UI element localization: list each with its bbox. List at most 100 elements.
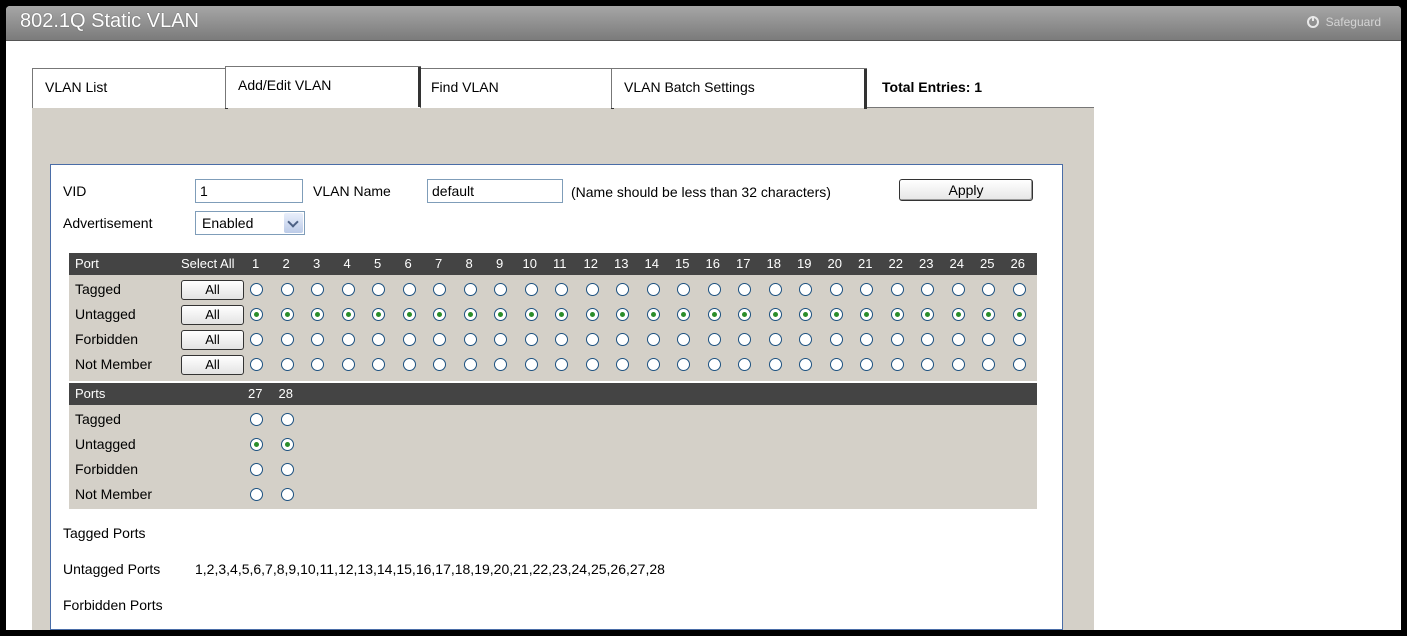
radio-tagged-port-4[interactable] [341, 283, 355, 296]
radio-tagged-port-24[interactable] [951, 283, 965, 296]
vlan-name-input[interactable]: default [427, 179, 563, 203]
radio-forbidden-port-16[interactable] [707, 333, 721, 346]
radio-forbidden-port-20[interactable] [829, 333, 843, 346]
radio-forbidden-port-6[interactable] [402, 333, 416, 346]
radio-not-member-port-6[interactable] [402, 358, 416, 371]
radio-forbidden-port-7[interactable] [433, 333, 446, 346]
radio-untagged-port-25[interactable] [982, 308, 995, 321]
radio-tagged-port-17[interactable] [738, 283, 751, 296]
radio-tagged-port-28[interactable] [280, 413, 294, 426]
radio-not-member-port-24[interactable] [951, 358, 965, 371]
radio-tagged-port-25[interactable] [982, 283, 995, 296]
tab-add-edit-vlan[interactable]: Add/Edit VLAN [225, 66, 421, 108]
radio-untagged-port-17[interactable] [738, 308, 751, 321]
radio-tagged-port-10[interactable] [524, 283, 538, 296]
radio-untagged-port-3[interactable] [311, 308, 324, 321]
tab-vlan-batch-settings[interactable]: VLAN Batch Settings [611, 68, 867, 109]
radio-not-member-port-11[interactable] [555, 358, 568, 371]
radio-not-member-port-21[interactable] [860, 358, 873, 371]
radio-tagged-port-7[interactable] [433, 283, 446, 296]
radio-forbidden-port-19[interactable] [799, 333, 812, 346]
radio-forbidden-port-5[interactable] [372, 333, 385, 346]
radio-untagged-port-6[interactable] [402, 308, 416, 321]
radio-not-member-port-18[interactable] [768, 358, 782, 371]
radio-tagged-port-18[interactable] [768, 283, 782, 296]
radio-untagged-port-4[interactable] [341, 308, 355, 321]
chevron-down-icon[interactable] [284, 213, 303, 233]
radio-tagged-port-12[interactable] [585, 283, 599, 296]
radio-forbidden-port-25[interactable] [982, 333, 995, 346]
radio-untagged-port-5[interactable] [372, 308, 385, 321]
radio-tagged-port-2[interactable] [280, 283, 294, 296]
radio-not-member-port-5[interactable] [372, 358, 385, 371]
radio-untagged-port-21[interactable] [860, 308, 873, 321]
radio-not-member-port-22[interactable] [890, 358, 904, 371]
radio-tagged-port-13[interactable] [616, 283, 629, 296]
radio-untagged-port-27[interactable] [250, 438, 263, 451]
radio-not-member-port-7[interactable] [433, 358, 446, 371]
radio-untagged-port-10[interactable] [524, 308, 538, 321]
safeguard-indicator[interactable]: Safeguard [1306, 15, 1381, 29]
radio-forbidden-port-28[interactable] [280, 463, 294, 476]
radio-untagged-port-9[interactable] [494, 308, 507, 321]
radio-untagged-port-16[interactable] [707, 308, 721, 321]
select-all-untagged-button[interactable]: All [181, 305, 244, 325]
radio-forbidden-port-8[interactable] [463, 333, 477, 346]
radio-untagged-port-2[interactable] [280, 308, 294, 321]
radio-tagged-port-20[interactable] [829, 283, 843, 296]
radio-forbidden-port-11[interactable] [555, 333, 568, 346]
tab-find-vlan[interactable]: Find VLAN [418, 68, 614, 109]
select-all-forbidden-button[interactable]: All [181, 330, 244, 350]
radio-tagged-port-26[interactable] [1012, 283, 1026, 296]
radio-forbidden-port-9[interactable] [494, 333, 507, 346]
radio-tagged-port-3[interactable] [311, 283, 324, 296]
radio-not-member-port-26[interactable] [1012, 358, 1026, 371]
radio-untagged-port-23[interactable] [921, 308, 934, 321]
select-all-tagged-button[interactable]: All [181, 280, 244, 300]
select-all-not-member-button[interactable]: All [181, 355, 244, 375]
radio-not-member-port-10[interactable] [524, 358, 538, 371]
radio-not-member-port-8[interactable] [463, 358, 477, 371]
radio-not-member-port-27[interactable] [250, 488, 263, 501]
radio-forbidden-port-27[interactable] [250, 463, 263, 476]
radio-untagged-port-22[interactable] [890, 308, 904, 321]
radio-forbidden-port-2[interactable] [280, 333, 294, 346]
radio-forbidden-port-17[interactable] [738, 333, 751, 346]
radio-forbidden-port-4[interactable] [341, 333, 355, 346]
radio-not-member-port-19[interactable] [799, 358, 812, 371]
apply-button[interactable]: Apply [899, 179, 1033, 201]
radio-not-member-port-23[interactable] [921, 358, 934, 371]
advertisement-select[interactable]: Enabled [195, 211, 305, 235]
vid-input[interactable]: 1 [195, 179, 303, 203]
radio-forbidden-port-13[interactable] [616, 333, 629, 346]
radio-tagged-port-23[interactable] [921, 283, 934, 296]
radio-tagged-port-6[interactable] [402, 283, 416, 296]
radio-tagged-port-27[interactable] [250, 413, 263, 426]
radio-untagged-port-20[interactable] [829, 308, 843, 321]
radio-untagged-port-24[interactable] [951, 308, 965, 321]
radio-untagged-port-14[interactable] [646, 308, 660, 321]
radio-not-member-port-3[interactable] [311, 358, 324, 371]
tab-vlan-list[interactable]: VLAN List [32, 68, 228, 109]
radio-forbidden-port-14[interactable] [646, 333, 660, 346]
radio-not-member-port-28[interactable] [280, 488, 294, 501]
radio-untagged-port-26[interactable] [1012, 308, 1026, 321]
radio-tagged-port-19[interactable] [799, 283, 812, 296]
radio-forbidden-port-3[interactable] [311, 333, 324, 346]
radio-untagged-port-12[interactable] [585, 308, 599, 321]
radio-forbidden-port-18[interactable] [768, 333, 782, 346]
radio-not-member-port-15[interactable] [677, 358, 690, 371]
radio-not-member-port-25[interactable] [982, 358, 995, 371]
radio-not-member-port-20[interactable] [829, 358, 843, 371]
radio-tagged-port-1[interactable] [250, 283, 263, 296]
radio-forbidden-port-10[interactable] [524, 333, 538, 346]
radio-tagged-port-5[interactable] [372, 283, 385, 296]
radio-tagged-port-22[interactable] [890, 283, 904, 296]
radio-forbidden-port-24[interactable] [951, 333, 965, 346]
radio-untagged-port-15[interactable] [677, 308, 690, 321]
radio-not-member-port-1[interactable] [250, 358, 263, 371]
radio-not-member-port-14[interactable] [646, 358, 660, 371]
radio-tagged-port-14[interactable] [646, 283, 660, 296]
radio-untagged-port-8[interactable] [463, 308, 477, 321]
radio-tagged-port-21[interactable] [860, 283, 873, 296]
